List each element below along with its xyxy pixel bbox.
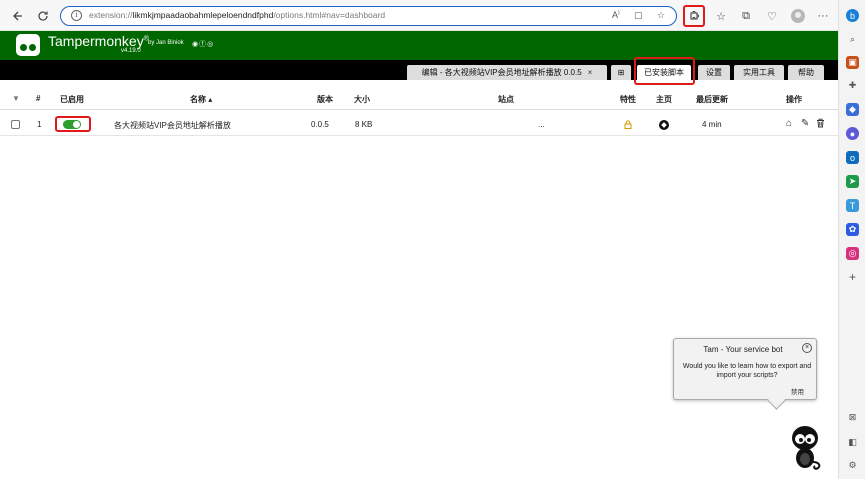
script-size: 8 KB	[355, 120, 373, 129]
col-name[interactable]: 名称 ▴	[190, 94, 212, 105]
url-path: /options.html#nav=dashboard	[273, 10, 386, 20]
search-icon[interactable]: ⌕	[846, 33, 859, 46]
table-row: 1 各大视频站VIP会员地址解析播放 0.0.5 8 KB ... 4 min …	[0, 114, 838, 136]
tab-utilities[interactable]: 实用工具	[734, 65, 784, 80]
hide-sidebar-icon[interactable]: ◧	[846, 436, 859, 449]
tools-icon[interactable]: ✚	[846, 79, 859, 92]
baidu-paw-icon[interactable]: ✿	[846, 223, 859, 236]
extension-highlight-box	[683, 5, 705, 27]
browser-essentials-icon[interactable]: ♡	[764, 8, 780, 24]
tam-monkey-bot-icon[interactable]	[788, 424, 824, 470]
back-arrow-icon	[13, 11, 22, 21]
reload-button[interactable]	[34, 7, 52, 25]
url-text[interactable]: extension://likmkjmpaadaobahmlepeloendnd…	[89, 10, 385, 20]
facebook-icon[interactable]: ⓕ	[199, 41, 207, 48]
col-actions: 操作	[786, 95, 802, 104]
installed-tab-highlight-box	[634, 57, 695, 85]
col-enabled[interactable]: 已启用	[60, 94, 84, 105]
col-homepage[interactable]: 主页	[656, 94, 672, 105]
read-aloud-icon[interactable]: A)	[612, 10, 620, 20]
back-button[interactable]	[9, 7, 27, 25]
sidebar-split-icon[interactable]: ⊠	[846, 411, 859, 424]
social-links[interactable]: ◉ⓕ◎	[192, 39, 214, 49]
tab-settings-label: 设置	[706, 68, 722, 77]
collections-icon[interactable]: ⧉	[738, 8, 754, 24]
drop-icon[interactable]: ➤	[846, 175, 859, 188]
tab-edit-label: 编辑 - 各大视频站VIP会员地址解析播放 0.0.5	[421, 68, 582, 77]
app-available-icon[interactable]: ▢	[634, 10, 643, 21]
filter-icon[interactable]: ▼	[12, 94, 20, 103]
col-features[interactable]: 特性	[620, 94, 636, 105]
tab-help-label: 帮助	[798, 68, 814, 77]
profile-avatar[interactable]	[791, 9, 805, 23]
script-last-updated[interactable]: 4 min	[702, 120, 722, 129]
service-bot-popup: Tam - Your service bot × Would you like …	[673, 338, 817, 400]
homepage-icon[interactable]	[659, 120, 669, 130]
tampermonkey-header: Tampermonkey® by Jan Biniok v4.19.0 ◉ⓕ◎	[0, 31, 838, 60]
tab-new-script[interactable]: ⊞	[611, 65, 631, 80]
browser-toolbar: i extension://likmkjmpaadaobahmlepeloend…	[0, 0, 838, 31]
address-bar[interactable]: i extension://likmkjmpaadaobahmlepeloend…	[60, 6, 677, 26]
bot-disable-button[interactable]: 禁用	[791, 386, 804, 396]
row-number: 1	[37, 120, 42, 129]
bot-message: Would you like to learn how to export an…	[682, 363, 812, 379]
tab-help[interactable]: 帮助	[788, 65, 824, 80]
lock-icon	[624, 120, 632, 131]
plus-box-icon: ⊞	[617, 68, 625, 77]
col-sites[interactable]: 站点	[498, 94, 514, 105]
more-menu-icon[interactable]: ···	[815, 8, 831, 24]
site-info-icon[interactable]: i	[71, 10, 82, 21]
favorites-icon[interactable]: ☆	[713, 8, 729, 24]
script-sites[interactable]: ...	[538, 120, 545, 129]
edit-icon[interactable]: ✎	[801, 118, 809, 129]
col-version[interactable]: 版本	[317, 94, 333, 105]
games-icon[interactable]: ◆	[846, 103, 859, 116]
scripts-table-header: ▼ # 已启用 名称 ▴ 版本 大小 站点 特性 主页 最后更新 操作	[0, 86, 838, 110]
instagram-icon[interactable]: ◎	[207, 41, 214, 48]
edge-sidebar: b ⌕ ▣ ✚ ◆ ● o ➤ T ✿ ◎ + ⊠ ◧ ⚙	[838, 0, 865, 479]
tab-settings[interactable]: 设置	[698, 65, 730, 80]
outlook-icon[interactable]: o	[846, 151, 859, 164]
row-select-checkbox[interactable]	[11, 120, 20, 129]
shopping-icon[interactable]: ▣	[846, 56, 859, 69]
app-author[interactable]: by Jan Biniok	[148, 40, 184, 46]
sidebar-settings-gear-icon[interactable]: ⚙	[846, 459, 859, 472]
col-size[interactable]: 大小	[354, 94, 370, 105]
bing-copilot-icon[interactable]: b	[846, 9, 859, 22]
bot-title: Tam - Your service bot	[703, 345, 783, 354]
translator-icon[interactable]: T	[846, 199, 859, 212]
reload-icon	[38, 11, 48, 21]
col-number[interactable]: #	[36, 94, 40, 103]
instagram-icon[interactable]: ◎	[846, 247, 859, 260]
tampermonkey-logo-icon	[16, 34, 40, 56]
script-name[interactable]: 各大视频站VIP会员地址解析播放	[114, 120, 231, 131]
add-sidebar-app-icon[interactable]: +	[846, 270, 859, 284]
script-version: 0.0.5	[311, 120, 329, 129]
toggle-highlight-box	[55, 116, 91, 132]
m365-icon[interactable]: ●	[846, 127, 859, 140]
tab-close-icon[interactable]: ×	[588, 68, 593, 77]
tab-utilities-label: 实用工具	[743, 68, 775, 77]
url-host: likmkjmpaadaobahmlepeloendndfphd	[132, 10, 274, 20]
col-last-updated[interactable]: 最后更新	[696, 94, 728, 105]
tab-edit-script[interactable]: 编辑 - 各大视频站VIP会员地址解析播放 0.0.5 ×	[407, 65, 607, 80]
delete-trash-icon[interactable]	[816, 118, 825, 131]
home-building-icon[interactable]: ⌂	[786, 118, 792, 129]
tab-bar: 编辑 - 各大视频站VIP会员地址解析播放 0.0.5 × ⊞ 已安装脚本 设置 …	[0, 60, 838, 80]
url-scheme: extension://	[89, 10, 133, 20]
close-icon[interactable]: ×	[802, 343, 812, 353]
app-title[interactable]: Tampermonkey®	[48, 33, 149, 49]
favorite-star-icon[interactable]: ☆	[657, 10, 665, 21]
app-version: v4.19.0	[121, 48, 141, 54]
